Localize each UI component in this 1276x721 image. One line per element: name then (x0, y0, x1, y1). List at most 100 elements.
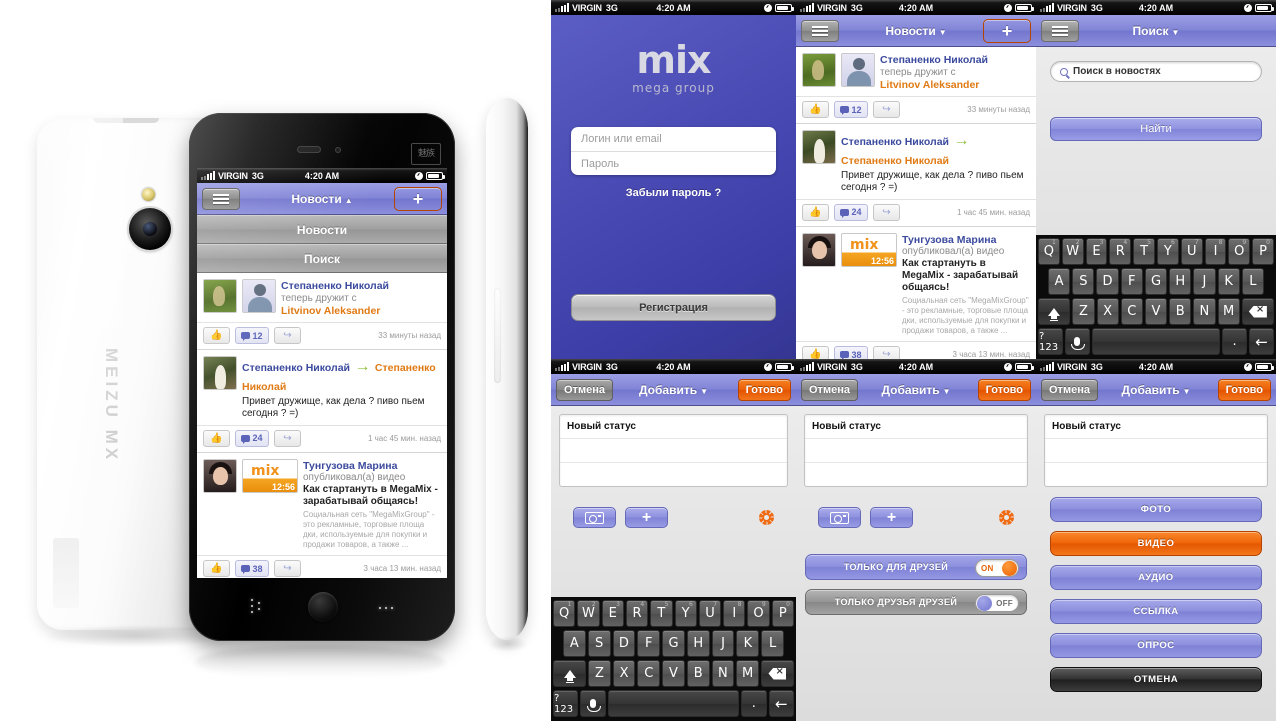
key-j[interactable]: J (711, 630, 735, 657)
key-l[interactable]: L (1241, 268, 1264, 295)
key-g[interactable]: G (1144, 268, 1168, 295)
avatar[interactable] (841, 53, 875, 87)
key-c[interactable]: C (637, 660, 661, 687)
share-button[interactable]: ↪ (873, 346, 900, 359)
key-v[interactable]: V (1144, 298, 1168, 325)
video-thumbnail[interactable]: mix 12:56 (841, 232, 897, 267)
camera-button[interactable] (573, 507, 616, 528)
key-z[interactable]: Z (1072, 298, 1095, 325)
post-author[interactable]: Тунгузова Марина (902, 234, 1030, 247)
post-target[interactable]: Litvinov Aleksander (880, 79, 1030, 92)
post-photo-thumb[interactable] (203, 356, 237, 391)
share-button[interactable]: ↪ (873, 203, 900, 221)
post-author[interactable]: Степаненко Николай (281, 280, 441, 293)
space-key[interactable] (1091, 328, 1221, 355)
post-author[interactable]: Степаненко Николай (880, 54, 1030, 67)
like-button[interactable]: 👍 (802, 101, 829, 119)
key-r[interactable]: 4R (625, 600, 649, 627)
space-key[interactable] (607, 690, 740, 717)
toggle-switch[interactable]: OFF (975, 594, 1019, 612)
comment-button[interactable]: 38 (235, 560, 269, 578)
attach-cancel-button[interactable]: ОТМЕНА (1050, 667, 1262, 692)
key-v[interactable]: V (662, 660, 685, 687)
microphone-key[interactable] (1064, 328, 1090, 355)
password-input[interactable]: Пароль (571, 151, 776, 175)
feed-post[interactable]: mix 12:56 Тунгузова Марина опубликовал(а… (796, 226, 1036, 337)
attach-button[interactable]: + (625, 507, 668, 528)
key-t[interactable]: 5T (1133, 238, 1155, 265)
key-d[interactable]: D (612, 630, 636, 657)
key-l[interactable]: L (761, 630, 785, 657)
like-button[interactable]: 👍 (802, 346, 829, 359)
feed-post[interactable]: Степаненко Николай теперь дружит с Litvi… (197, 273, 447, 318)
login-input[interactable]: Логин или email (571, 127, 776, 151)
find-button[interactable]: Найти (1050, 117, 1262, 141)
menu-button[interactable] (1041, 19, 1079, 42)
done-button[interactable]: Готово (737, 378, 791, 401)
comment-button[interactable]: 12 (834, 101, 868, 119)
key-y[interactable]: 6Y (1157, 238, 1179, 265)
key-q[interactable]: 1Q (553, 600, 576, 627)
key-z[interactable]: Z (588, 660, 611, 687)
key-c[interactable]: C (1120, 298, 1143, 325)
share-button[interactable]: ↪ (274, 560, 301, 578)
key-y[interactable]: 6Y (674, 600, 697, 627)
status-textarea[interactable]: Новый статус (804, 414, 1028, 487)
camera-button[interactable] (818, 507, 861, 528)
key-n[interactable]: N (1193, 298, 1216, 325)
attach-button[interactable]: + (870, 507, 913, 528)
enter-key[interactable]: ← (768, 690, 794, 717)
key-s[interactable]: S (1072, 268, 1095, 295)
key-f[interactable]: F (1120, 268, 1143, 295)
post-author[interactable]: Тунгузова Марина (303, 460, 441, 473)
key-b[interactable]: B (1169, 298, 1192, 325)
like-button[interactable]: 👍 (802, 203, 829, 221)
backspace-key[interactable] (760, 660, 795, 687)
post-target[interactable]: Litvinov Aleksander (281, 305, 441, 318)
key-e[interactable]: 3E (601, 600, 624, 627)
status-textarea[interactable]: Новый статус (1044, 414, 1268, 487)
avatar[interactable] (242, 279, 276, 313)
attach-audio-button[interactable]: АУДИО (1050, 565, 1262, 590)
key-m[interactable]: M (736, 660, 759, 687)
add-button[interactable]: + (394, 186, 442, 211)
done-button[interactable]: Готово (977, 378, 1031, 401)
like-button[interactable]: 👍 (203, 429, 230, 447)
menu-button[interactable] (202, 187, 240, 210)
cancel-button[interactable]: Отмена (1041, 378, 1098, 401)
key-u[interactable]: 7U (698, 600, 722, 627)
status-textarea[interactable]: Новый статус (559, 414, 788, 487)
key-k[interactable]: K (1217, 268, 1240, 295)
key-w[interactable]: 2W (1061, 238, 1084, 265)
period-key[interactable]: . (741, 690, 767, 717)
add-button[interactable]: + (983, 18, 1031, 43)
feed-post[interactable]: Степаненко Николай → Степаненко Николай … (197, 350, 447, 420)
key-p[interactable]: 0P (771, 600, 794, 627)
key-x[interactable]: X (1096, 298, 1119, 325)
key-d[interactable]: D (1096, 268, 1119, 295)
search-input[interactable]: Поиск в новостях (1050, 61, 1262, 82)
share-button[interactable]: ↪ (873, 101, 900, 119)
backspace-key[interactable] (1241, 298, 1275, 325)
key-u[interactable]: 7U (1180, 238, 1203, 265)
key-h[interactable]: H (686, 630, 710, 657)
register-button[interactable]: Регистрация (571, 294, 776, 321)
symbols-key[interactable]: ?123 (553, 690, 579, 717)
privacy-row-friends-only[interactable]: ТОЛЬКО ДЛЯ ДРУЗЕЙ ON (805, 554, 1027, 580)
key-w[interactable]: 2W (577, 600, 600, 627)
shift-key[interactable] (1038, 298, 1071, 325)
key-k[interactable]: K (736, 630, 760, 657)
feed-post[interactable]: Степаненко Николай → Степаненко Николай … (796, 124, 1036, 194)
key-m[interactable]: M (1217, 298, 1240, 325)
period-key[interactable]: . (1222, 328, 1248, 355)
comment-button[interactable]: 12 (235, 327, 269, 345)
key-o[interactable]: 9O (1228, 238, 1251, 265)
enter-key[interactable]: ← (1249, 328, 1275, 355)
key-a[interactable]: A (1048, 268, 1071, 295)
post-author[interactable]: Степаненко Николай (242, 362, 350, 374)
attach-photo-button[interactable]: ФОТО (1050, 497, 1262, 522)
cancel-button[interactable]: Отмена (556, 378, 613, 401)
key-f[interactable]: F (637, 630, 661, 657)
video-thumbnail[interactable]: mix 12:56 (242, 458, 298, 493)
shift-key[interactable] (553, 660, 587, 687)
